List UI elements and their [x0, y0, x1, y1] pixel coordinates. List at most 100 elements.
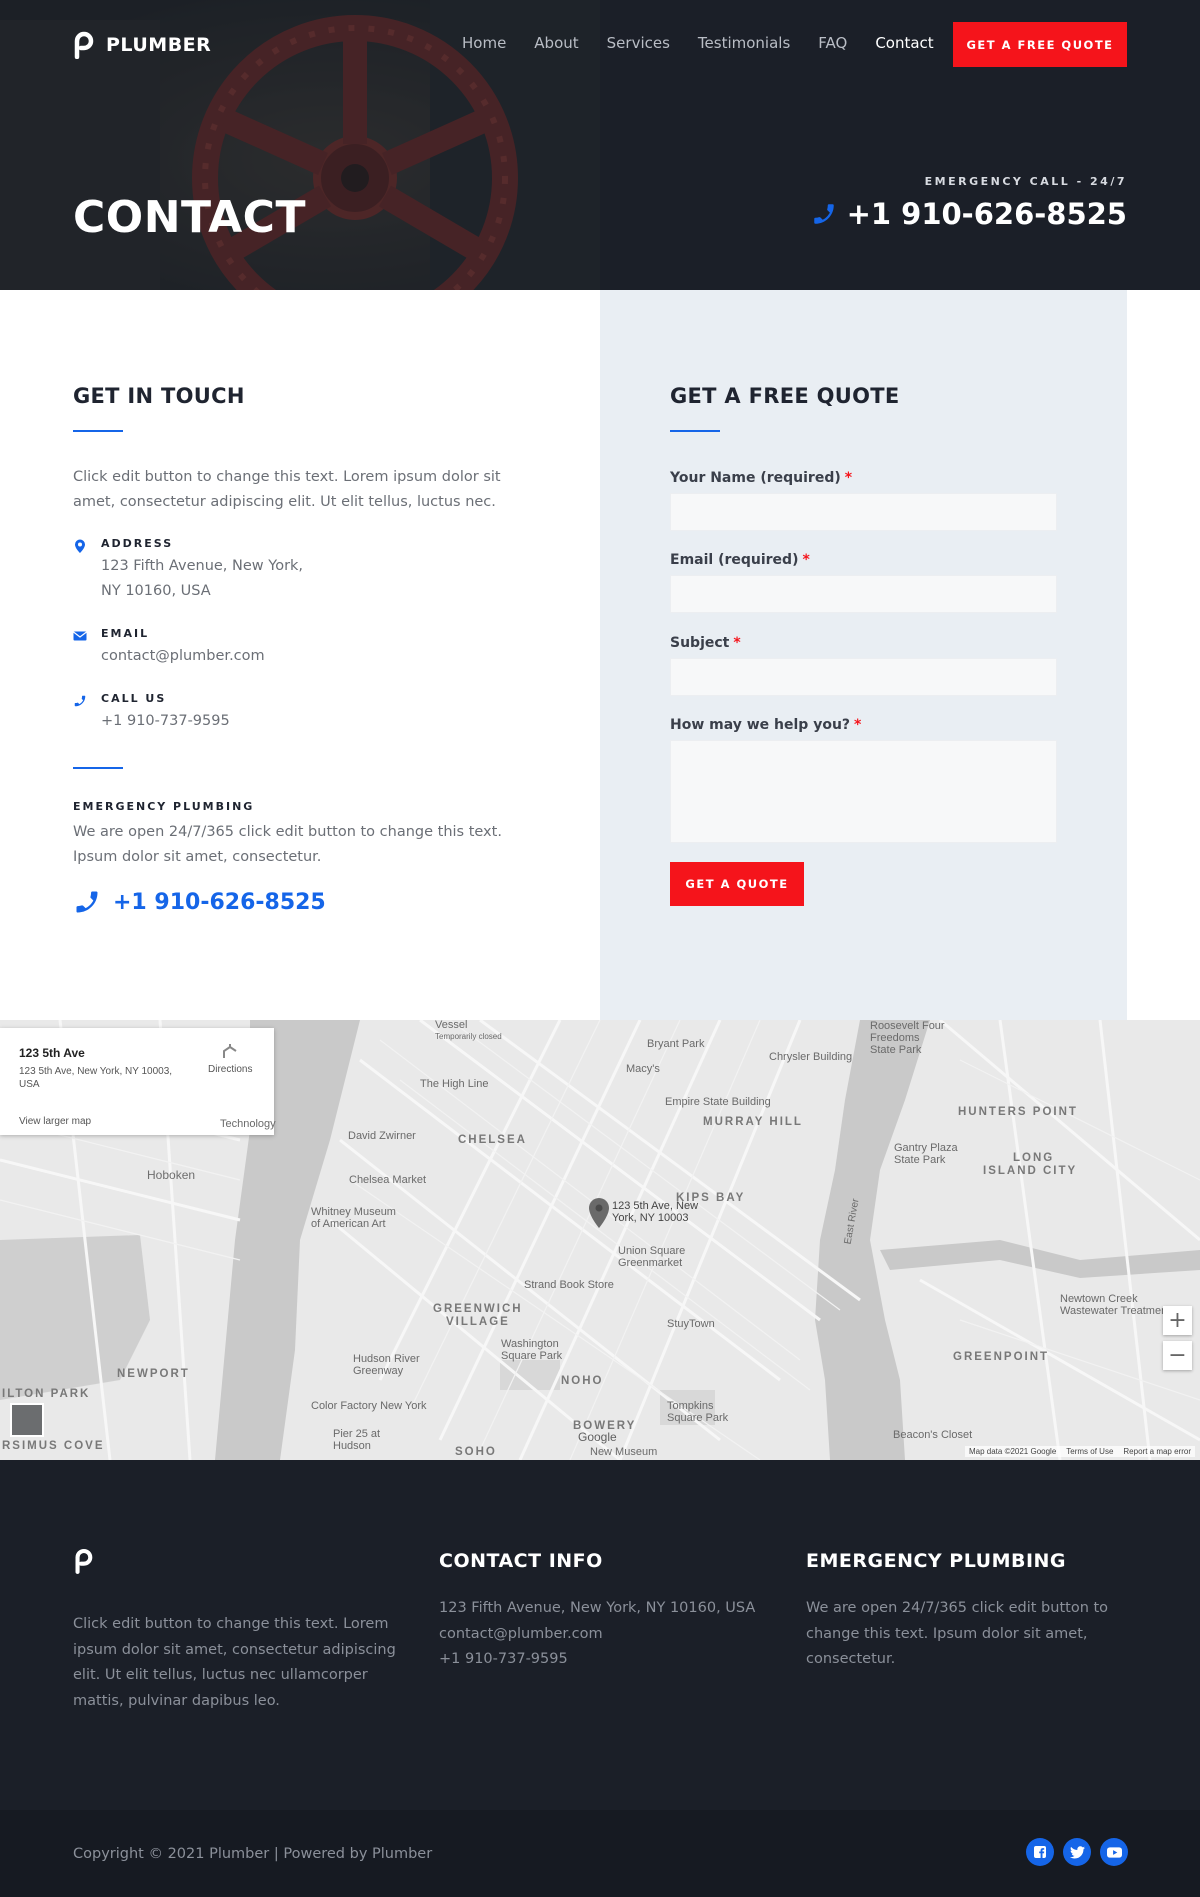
get-quote-submit-button[interactable]: GET A QUOTE	[670, 862, 804, 906]
map-label-long: LONG	[1013, 1152, 1055, 1164]
map-label-chrysler: Chrysler Building	[769, 1051, 853, 1063]
nav-about[interactable]: About	[534, 34, 578, 52]
map-card-address: 123 5th Ave, New York, NY 10003, USA	[19, 1066, 173, 1090]
map-label-village: VILLAGE	[446, 1316, 510, 1328]
title-underline	[73, 430, 123, 432]
map-label-stuytown: StuyTown	[667, 1318, 715, 1330]
google-map[interactable]: 123 5th Ave 123 5th Ave, New York, NY 10…	[0, 1020, 1200, 1460]
map-terms-link[interactable]: Terms of Use	[1066, 1447, 1113, 1456]
required-mark: *	[844, 470, 853, 486]
divider-line	[73, 767, 123, 769]
map-label-newport: NEWPORT	[117, 1368, 190, 1380]
required-mark: *	[733, 635, 741, 651]
map-label-roosevelt: Roosevelt Four Freedoms State Park	[870, 1020, 945, 1056]
facebook-link[interactable]	[1026, 1838, 1054, 1866]
hudson-line-1: Hudson River	[353, 1353, 420, 1365]
map-label-soho: SOHO	[455, 1446, 497, 1458]
map-label-beacons: Beacon's Closet	[893, 1429, 973, 1441]
free-quote-button[interactable]: GET A FREE QUOTE	[953, 22, 1127, 67]
form-title-underline	[670, 430, 720, 432]
footer-contact-address: 123 Fifth Avenue, New York, NY 10160, US…	[439, 1600, 756, 1616]
map-label-union-square: Union Square Greenmarket	[618, 1245, 685, 1269]
footer-logo-icon[interactable]	[73, 1548, 93, 1574]
street-view-pegman[interactable]	[10, 1403, 44, 1437]
name-label-text: Your Name (required)	[670, 470, 841, 486]
email-field[interactable]	[670, 575, 1057, 613]
map-label-strand: Strand Book Store	[524, 1279, 614, 1291]
zoom-in-button[interactable]: +	[1163, 1306, 1192, 1335]
get-in-touch-title: GET IN TOUCH	[73, 384, 245, 408]
map-card-title: 123 5th Ave	[19, 1046, 85, 1060]
nav-contact[interactable]: Contact	[875, 34, 933, 52]
map-label-whitney: Whitney Museum of American Art	[311, 1206, 396, 1230]
gantry-line-2: State Park	[894, 1154, 946, 1166]
nav-faq[interactable]: FAQ	[818, 34, 847, 52]
emergency-plumbing-phone[interactable]: +1 910-626-8525	[73, 888, 326, 916]
map-label-rsimus-cove: RSIMUS COVE	[2, 1440, 105, 1452]
email-field-label: Email (required) *	[670, 552, 810, 568]
footer-emergency-title: EMERGENCY PLUMBING	[806, 1550, 1067, 1572]
contact-section: GET IN TOUCH Click edit button to change…	[0, 290, 1200, 1020]
footer-contact-phone[interactable]: +1 910-737-9595	[439, 1647, 755, 1673]
view-larger-map-link[interactable]: View larger map	[19, 1116, 91, 1127]
map-label-tompkins: Tompkins Square Park	[667, 1400, 728, 1424]
name-field-label: Your Name (required) *	[670, 470, 852, 486]
emergency-plumbing-text: We are open 24/7/365 click edit button t…	[73, 824, 502, 865]
subject-field-label: Subject *	[670, 635, 741, 651]
roosevelt-line-3: State Park	[870, 1044, 922, 1056]
roosevelt-line-1: Roosevelt Four	[870, 1020, 945, 1032]
youtube-link[interactable]	[1100, 1838, 1128, 1866]
subject-label-text: Subject	[670, 635, 730, 651]
map-label-murray-hill: MURRAY HILL	[703, 1116, 803, 1128]
nav-testimonials[interactable]: Testimonials	[698, 34, 790, 52]
required-mark: *	[854, 717, 862, 733]
directions-icon	[223, 1044, 237, 1058]
newtown-line-1: Newtown Creek	[1060, 1293, 1138, 1305]
vessel-line-2: Temporarily closed	[435, 1032, 502, 1041]
map-label-newtown: Newtown Creek Wastewater Treatment...	[1060, 1293, 1179, 1317]
pin-label-line-2: York, NY 10003	[612, 1212, 689, 1224]
site-logo[interactable]: PLUMBER	[72, 31, 211, 59]
emergency-phone-link[interactable]: +1 910-626-8525	[811, 197, 1127, 231]
name-field[interactable]	[670, 493, 1057, 531]
emergency-call-label: EMERGENCY CALL - 24/7	[924, 175, 1127, 188]
call-value[interactable]: +1 910-737-9595	[101, 709, 230, 734]
email-item: EMAIL contact@plumber.com	[73, 627, 265, 669]
directions-button[interactable]: Directions	[208, 1043, 252, 1075]
copyright-text: Copyright © 2021 Plumber | Powered by Pl…	[73, 1846, 433, 1862]
map-label-gantry: Gantry Plaza State Park	[894, 1142, 958, 1166]
copyright-bar: Copyright © 2021 Plumber | Powered by Pl…	[0, 1810, 1200, 1897]
call-item: CALL US +1 910-737-9595	[73, 692, 230, 734]
footer-about-text: Click edit button to change this text. L…	[73, 1616, 396, 1709]
nav-home[interactable]: Home	[462, 34, 506, 52]
address-value: 123 Fifth Avenue, New York, NY 10160, US…	[101, 554, 303, 604]
youtube-icon	[1106, 1846, 1122, 1858]
zoom-out-button[interactable]: −	[1163, 1341, 1192, 1370]
washington-line-1: Washington	[501, 1338, 559, 1350]
tompkins-line-1: Tompkins	[667, 1400, 714, 1412]
union-square-line-2: Greenmarket	[618, 1257, 683, 1269]
site-footer: Click edit button to change this text. L…	[0, 1460, 1200, 1810]
map-report-link[interactable]: Report a map error	[1123, 1447, 1191, 1456]
roosevelt-line-2: Freedoms	[870, 1032, 920, 1044]
whitney-line-1: Whitney Museum	[311, 1206, 396, 1218]
map-label-chelsea: CHELSEA	[458, 1134, 527, 1146]
footer-contact-email[interactable]: contact@plumber.com	[439, 1622, 755, 1648]
address-label: ADDRESS	[101, 537, 174, 550]
twitter-link[interactable]	[1063, 1838, 1091, 1866]
address-item: ADDRESS 123 Fifth Avenue, New York, NY 1…	[73, 537, 303, 604]
intro-text: Click edit button to change this text. L…	[73, 469, 501, 510]
map-label-color-factory: Color Factory New York	[311, 1400, 427, 1412]
map-label-new-museum: New Museum	[590, 1446, 658, 1458]
map-label-high-line: The High Line	[420, 1078, 489, 1090]
map-attribution: Map data ©2021 Google Terms of Use Repor…	[964, 1446, 1195, 1457]
message-label-text: How may we help you?	[670, 717, 851, 733]
message-field[interactable]	[670, 740, 1057, 843]
address-line-1: 123 Fifth Avenue, New York,	[101, 558, 304, 574]
subject-field[interactable]	[670, 658, 1057, 696]
emergency-phone-number: +1 910-626-8525	[846, 197, 1127, 231]
nav-services[interactable]: Services	[607, 34, 670, 52]
email-value[interactable]: contact@plumber.com	[101, 644, 265, 669]
email-label-text: Email (required)	[670, 552, 799, 568]
map-label-hoboken: Hoboken	[147, 1168, 196, 1182]
